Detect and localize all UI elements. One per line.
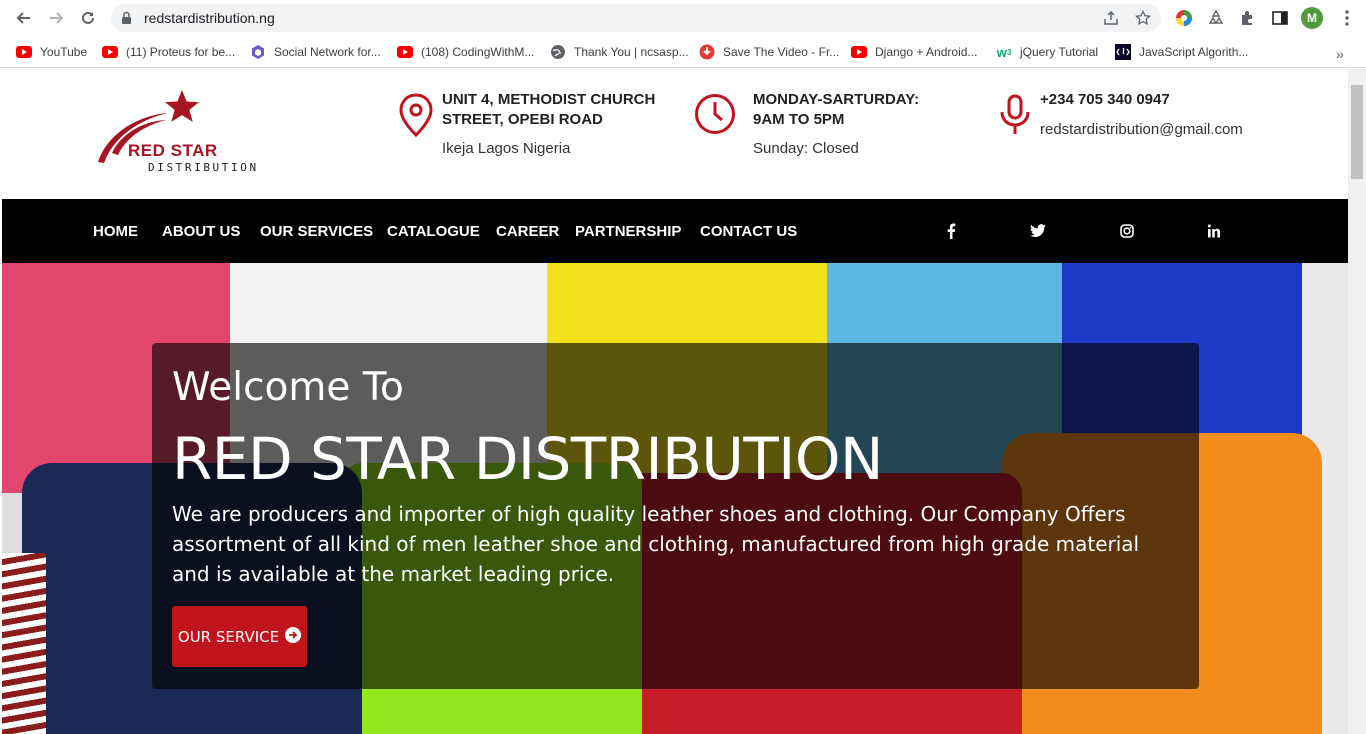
- forward-icon[interactable]: [46, 8, 66, 28]
- download-icon: [699, 44, 715, 60]
- microphone-icon: [998, 93, 1032, 142]
- bookmark-label: Thank You | ncsasp...: [574, 45, 689, 59]
- our-service-button[interactable]: OUR SERVICE: [172, 606, 307, 667]
- youtube-icon: [16, 44, 32, 60]
- color-wheel-icon[interactable]: [1175, 9, 1193, 27]
- youtube-icon: [851, 44, 867, 60]
- lock-icon: [121, 11, 132, 30]
- star-icon[interactable]: [1135, 9, 1151, 26]
- nav-catalogue[interactable]: CATALOGUE: [387, 223, 480, 240]
- bookmark-social-network[interactable]: Social Network for...: [250, 42, 381, 62]
- hero-overlay-panel: Welcome To RED STAR DISTRIBUTION We are …: [152, 343, 1199, 689]
- nav-partnership[interactable]: PARTNERSHIP: [575, 223, 681, 240]
- hours-line-3: Sunday: Closed: [753, 140, 859, 157]
- url-text: redstardistribution.ng: [144, 10, 275, 26]
- nav-career[interactable]: CAREER: [496, 223, 559, 240]
- bookmark-proteus[interactable]: (11) Proteus for be...: [102, 42, 235, 62]
- back-icon[interactable]: [14, 8, 34, 28]
- hours-line-2: 9AM TO 5PM: [753, 111, 845, 128]
- bookmarks-bar: YouTube (11) Proteus for be... Social Ne…: [0, 36, 1366, 68]
- w3schools-icon: w3: [996, 44, 1012, 60]
- browser-toolbar: redstardistribution.ng M: [0, 0, 1366, 36]
- bookmark-label: JavaScript Algorith...: [1139, 45, 1249, 59]
- address-line-3: Ikeja Lagos Nigeria: [442, 140, 571, 157]
- profile-avatar[interactable]: M: [1301, 7, 1323, 29]
- fcc-icon: [1115, 44, 1131, 60]
- facebook-icon[interactable]: [943, 223, 959, 239]
- scrollbar-thumb[interactable]: [1351, 85, 1363, 179]
- logo-text-secondary: DISTRIBUTION: [148, 161, 259, 174]
- bookmark-youtube[interactable]: YouTube: [16, 42, 87, 62]
- globe-icon: [550, 44, 566, 60]
- bookmark-label: (11) Proteus for be...: [126, 45, 236, 59]
- address-line-2: STREET, OPEBI ROAD: [442, 111, 603, 128]
- bookmark-label: (108) CodingWithM...: [421, 45, 535, 59]
- hero-title: RED STAR DISTRIBUTION: [172, 425, 883, 493]
- our-service-button-label: OUR SERVICE: [177, 627, 280, 646]
- nav-home[interactable]: HOME: [93, 223, 138, 240]
- nav-contact-us[interactable]: CONTACT US: [700, 223, 797, 240]
- hero-banner: Welcome To RED STAR DISTRIBUTION We are …: [2, 263, 1348, 734]
- hex-icon: [250, 44, 266, 60]
- side-panel-icon[interactable]: [1271, 9, 1289, 27]
- hero-description: We are producers and importer of high qu…: [172, 502, 1140, 586]
- main-navbar: HOME ABOUT US OUR SERVICES CATALOGUE CAR…: [2, 199, 1348, 263]
- nav-our-services[interactable]: OUR SERVICES: [260, 223, 373, 240]
- menu-icon[interactable]: [1339, 9, 1355, 27]
- email-address[interactable]: redstardistribution@gmail.com: [1040, 121, 1243, 138]
- clock-icon: [694, 93, 736, 140]
- twitter-icon[interactable]: [1030, 223, 1046, 239]
- bookmark-codingwithm[interactable]: (108) CodingWithM...: [397, 42, 534, 62]
- bookmark-javascript-algorithms[interactable]: JavaScript Algorith...: [1115, 42, 1248, 62]
- phone-number[interactable]: +234 705 340 0947: [1040, 91, 1170, 108]
- bookmark-django-android[interactable]: Django + Android...: [851, 42, 977, 62]
- youtube-icon: [102, 44, 118, 60]
- background-shirt-image: [2, 553, 46, 734]
- bookmark-label: Save The Video - Fr...: [723, 45, 840, 59]
- address-line-1: UNIT 4, METHODIST CHURCH: [442, 91, 656, 108]
- nav-about-us[interactable]: ABOUT US: [162, 223, 240, 240]
- hero-welcome-text: Welcome To: [172, 365, 404, 410]
- recycle-icon[interactable]: [1207, 9, 1225, 27]
- more-bookmarks-icon[interactable]: »: [1336, 46, 1344, 62]
- bookmark-jquery-tutorial[interactable]: w3 jQuery Tutorial: [996, 42, 1098, 62]
- bookmark-label: Social Network for...: [274, 45, 381, 59]
- linkedin-icon[interactable]: [1206, 223, 1222, 239]
- extensions-icon[interactable]: [1239, 9, 1257, 27]
- reload-icon[interactable]: [78, 8, 98, 28]
- arrow-circle-right-icon: [285, 626, 302, 647]
- bookmark-label: jQuery Tutorial: [1020, 45, 1099, 59]
- site-header: RED STAR DISTRIBUTION UNIT 4, METHODIST …: [2, 69, 1348, 199]
- logo-text-primary: RED STAR: [128, 141, 218, 160]
- web-page: RED STAR DISTRIBUTION UNIT 4, METHODIST …: [2, 69, 1348, 734]
- bookmark-save-the-video[interactable]: Save The Video - Fr...: [699, 42, 839, 62]
- youtube-icon: [397, 44, 413, 60]
- address-bar[interactable]: redstardistribution.ng: [111, 4, 1161, 32]
- instagram-icon[interactable]: [1119, 223, 1135, 239]
- page-scrollbar[interactable]: [1348, 69, 1366, 734]
- hours-line-1: MONDAY-SARTURDAY:: [753, 91, 920, 108]
- map-pin-icon: [398, 93, 434, 142]
- bookmark-label: Django + Android...: [875, 45, 978, 59]
- share-icon[interactable]: [1103, 10, 1119, 26]
- bookmark-ncsasp[interactable]: Thank You | ncsasp...: [550, 42, 689, 62]
- bookmark-label: YouTube: [40, 45, 88, 59]
